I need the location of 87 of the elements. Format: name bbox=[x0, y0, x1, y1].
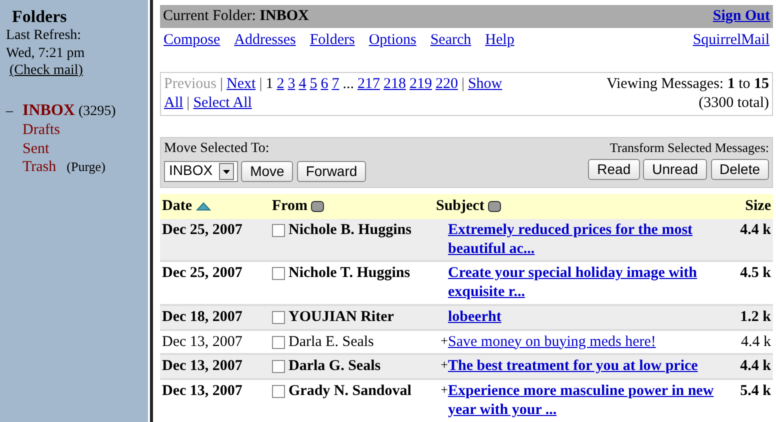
sender-cell: Darla E. Seals bbox=[288, 332, 374, 352]
size-cell: 5.4 k bbox=[740, 383, 771, 399]
sort-ascending-icon[interactable] bbox=[196, 202, 210, 211]
current-page: 1 bbox=[266, 75, 274, 94]
nav-link[interactable]: Folders bbox=[310, 31, 355, 50]
message-checkbox[interactable] bbox=[272, 310, 285, 324]
sender-cell: Grady N. Sandoval bbox=[288, 382, 412, 401]
nav-link[interactable]: Compose bbox=[164, 31, 220, 50]
viewing-messages: Viewing Messages: 1 to 15 bbox=[606, 75, 769, 94]
flag-mark: + bbox=[440, 382, 448, 399]
nav-link[interactable]: Addresses bbox=[234, 31, 296, 50]
page-link[interactable]: 2 bbox=[276, 75, 284, 94]
subject-link[interactable]: The best treatment for you at low price bbox=[448, 357, 698, 376]
folder-link[interactable]: INBOX bbox=[22, 100, 75, 121]
page-link[interactable]: 219 bbox=[409, 75, 432, 94]
folder-count: (3295) bbox=[78, 102, 116, 120]
check-mail-link[interactable]: (Check mail) bbox=[10, 63, 83, 78]
action-button[interactable]: Move bbox=[241, 160, 294, 182]
sender-cell: Darla G. Seals bbox=[288, 357, 381, 376]
action-button[interactable]: Delete bbox=[710, 159, 769, 180]
date-cell: Dec 13, 2007 bbox=[162, 358, 242, 374]
page-link[interactable]: 7 bbox=[332, 75, 340, 94]
transform-label: Transform Selected Messages: bbox=[608, 140, 769, 156]
page-link[interactable]: 6 bbox=[320, 75, 328, 94]
refresh-label: Last Refresh: bbox=[6, 27, 82, 45]
current-folder: Current Folder: INBOX bbox=[163, 7, 309, 26]
subject-link[interactable]: Create your special holiday image with exquisite r... bbox=[448, 264, 720, 302]
column-header[interactable]: From bbox=[272, 197, 308, 216]
page-link[interactable]: 218 bbox=[383, 75, 406, 94]
sender-cell: YOUJIAN Riter bbox=[288, 308, 394, 326]
sort-icon[interactable] bbox=[488, 200, 501, 212]
size-cell: 1.2 k bbox=[740, 308, 771, 325]
date-cell: Dec 25, 2007 bbox=[162, 222, 242, 238]
move-label: Move Selected To: bbox=[164, 140, 270, 157]
page-link[interactable]: 217 bbox=[357, 75, 380, 94]
subject-link[interactable]: lobeerht bbox=[448, 308, 502, 326]
sidebar-title: Folders bbox=[12, 6, 68, 28]
flag-mark: + bbox=[440, 332, 448, 350]
page-link[interactable]: 220 bbox=[435, 75, 458, 94]
folder-link[interactable]: Drafts bbox=[22, 120, 60, 140]
page-link[interactable]: Select All bbox=[193, 94, 252, 112]
folder-link[interactable]: Sent bbox=[22, 140, 50, 158]
nav-link[interactable]: Search bbox=[430, 31, 472, 50]
page-link[interactable]: Next bbox=[226, 75, 256, 94]
folder-link[interactable]: Trash bbox=[22, 158, 56, 177]
date-cell: Dec 13, 2007 bbox=[162, 383, 242, 399]
date-cell: Dec 18, 2007 bbox=[162, 308, 242, 325]
purge-link[interactable]: (Purge) bbox=[66, 159, 106, 176]
page-link[interactable]: 4 bbox=[298, 75, 306, 94]
sender-cell: Nichole T. Huggins bbox=[288, 264, 410, 283]
separator: | bbox=[220, 75, 224, 94]
page-link[interactable]: 3 bbox=[288, 75, 296, 94]
action-button[interactable]: Read bbox=[588, 159, 640, 180]
folder-toggle[interactable]: – bbox=[6, 102, 19, 120]
size-cell: 4.5 k bbox=[740, 265, 771, 282]
action-button[interactable]: Unread bbox=[643, 159, 708, 180]
separator: | bbox=[186, 94, 190, 112]
sign-out-link[interactable]: Sign Out bbox=[712, 7, 770, 26]
sort-icon[interactable] bbox=[311, 200, 324, 212]
refresh-time: Wed, 7:21 pm bbox=[6, 44, 86, 62]
nav-link[interactable]: Help bbox=[485, 31, 514, 50]
sender-cell: Nichole B. Huggins bbox=[288, 220, 412, 240]
subject-link[interactable]: Save money on buying meds here! bbox=[448, 332, 656, 352]
message-checkbox[interactable] bbox=[272, 224, 285, 237]
page-link[interactable]: 5 bbox=[310, 75, 318, 94]
size-cell: 4.4 k bbox=[741, 334, 771, 350]
folder-select[interactable]: INBOX bbox=[164, 160, 238, 182]
size-cell: 4.4 k bbox=[740, 222, 771, 238]
message-checkbox[interactable] bbox=[272, 267, 285, 280]
message-checkbox[interactable] bbox=[272, 360, 285, 374]
message-checkbox[interactable] bbox=[272, 385, 285, 398]
message-checkbox[interactable] bbox=[272, 336, 285, 348]
action-button[interactable]: Forward bbox=[296, 160, 366, 182]
column-header[interactable]: Subject bbox=[436, 197, 484, 216]
flag-mark: + bbox=[440, 357, 448, 374]
size-cell: 4.4 k bbox=[740, 358, 771, 374]
page-link[interactable]: All bbox=[164, 94, 184, 112]
squirrelmail-link[interactable]: SquirrelMail bbox=[692, 31, 770, 50]
subject-link[interactable]: Experience more masculine power in new year with your ... bbox=[448, 382, 720, 420]
date-cell: Dec 13, 2007 bbox=[162, 334, 242, 350]
date-cell: Dec 25, 2007 bbox=[162, 265, 242, 282]
page-link[interactable]: Show bbox=[468, 75, 502, 94]
separator: ... bbox=[342, 75, 354, 94]
separator: | bbox=[259, 75, 262, 94]
separator: | bbox=[461, 75, 464, 94]
nav-link[interactable]: Options bbox=[368, 31, 416, 50]
total-count: (3300 total) bbox=[698, 94, 769, 112]
